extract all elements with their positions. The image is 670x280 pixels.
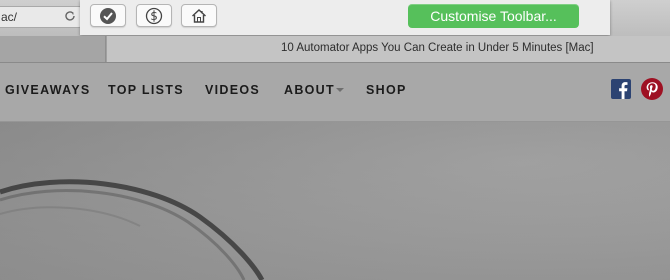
inactive-tab[interactable] <box>0 36 106 62</box>
pinterest-icon[interactable] <box>641 78 663 100</box>
nav-item-about[interactable]: ABOUT <box>284 83 335 97</box>
tab-bar: 10 Automator Apps You Can Create in Unde… <box>0 36 670 63</box>
facebook-icon[interactable] <box>611 79 631 99</box>
browser-toolbar: ac/ S <box>0 0 670 37</box>
nav-item-shop[interactable]: SHOP <box>366 83 407 97</box>
site-navigation: GIVEAWAYS TOP LISTS VIDEOS ABOUT SHOP <box>0 63 670 122</box>
customise-toolbar-panel: S Customise Toolbar... <box>80 0 610 35</box>
dollar-circle-icon: S <box>145 7 163 25</box>
active-tab[interactable]: 10 Automator Apps You Can Create in Unde… <box>106 36 670 62</box>
nav-item-videos[interactable]: VIDEOS <box>205 83 260 97</box>
customise-toolbar-done-button[interactable]: Customise Toolbar... <box>408 4 579 28</box>
reload-icon[interactable] <box>63 9 77 23</box>
nav-item-top-lists[interactable]: TOP LISTS <box>108 83 184 97</box>
hero-image <box>0 122 670 280</box>
checkmark-button[interactable] <box>90 4 126 27</box>
tab-title: 10 Automator Apps You Can Create in Unde… <box>281 42 594 54</box>
home-icon <box>190 7 208 25</box>
home-button[interactable] <box>181 4 217 27</box>
nav-item-giveaways[interactable]: GIVEAWAYS <box>5 83 91 97</box>
dollar-button[interactable]: S <box>136 4 172 27</box>
chevron-down-icon <box>336 88 344 92</box>
checkmark-circle-icon <box>99 7 117 25</box>
address-text: ac/ <box>1 10 18 24</box>
address-bar[interactable]: ac/ <box>0 6 84 28</box>
